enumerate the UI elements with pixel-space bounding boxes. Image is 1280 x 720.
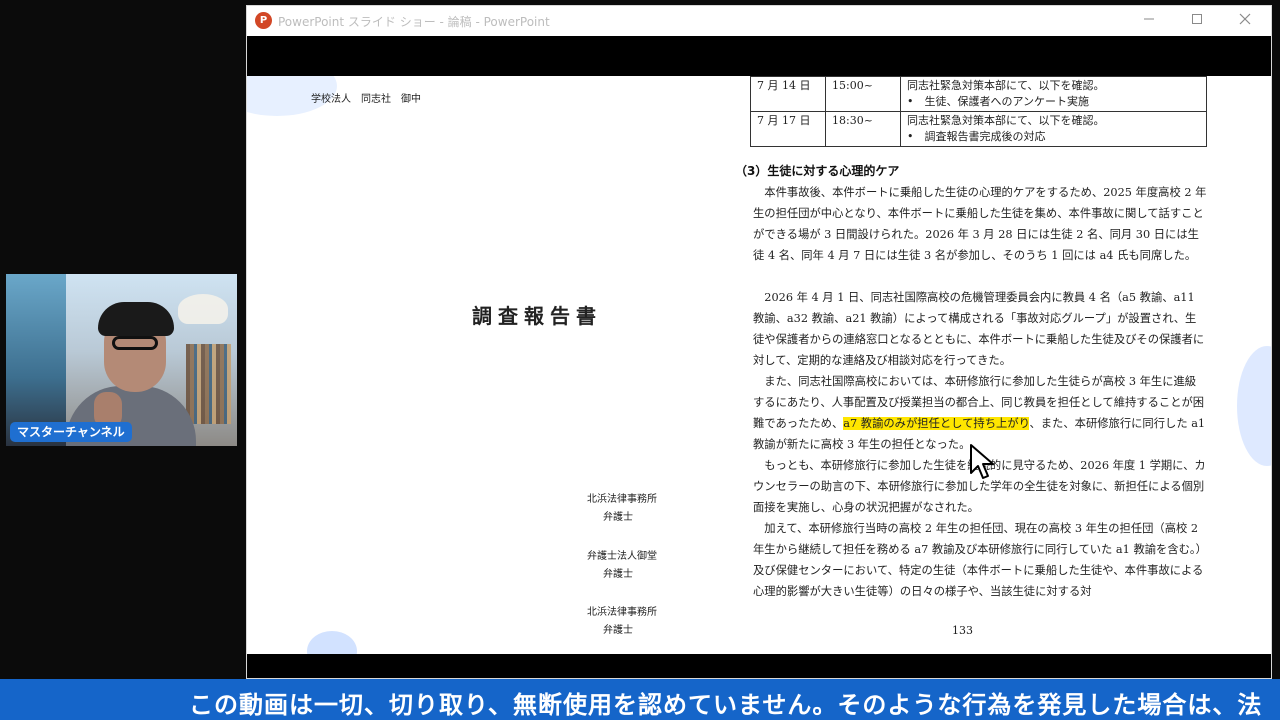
powerpoint-window: P PowerPoint スライド ショー - 論稿 - PowerPoint … [246,5,1272,679]
signature-firm: 北浜法律事務所 [587,607,657,618]
signature-firm: 弁護士法人御堂 [587,551,657,562]
addressee: 学校法人 同志社 御中 [311,94,421,105]
table-cell-date: 7 月 14 日 [750,76,826,112]
minimize-icon[interactable] [1129,9,1169,33]
schedule-table: 7 月 14 日 15:00~ 同志社緊急対策本部にて、以下を確認。 • 生徒、… [750,76,1207,147]
highlighted-text: a7 教諭のみが担任として持ち上がり [843,417,1030,430]
signature-firm: 北浜法律事務所 [587,494,657,505]
webcam-background-lamp [178,294,228,324]
maximize-icon[interactable] [1177,9,1217,33]
window-title: PowerPoint スライド ショー - 論稿 - PowerPoint [278,15,550,29]
powerpoint-logo-icon: P [255,12,272,29]
webcam-background-wall [6,274,66,446]
table-cell-time: 15:00~ [825,76,901,112]
table-cell-line: 同志社緊急対策本部にて、以下を確認。 [907,114,1105,127]
table-row: 7 月 14 日 15:00~ 同志社緊急対策本部にて、以下を確認。 • 生徒、… [750,76,1207,112]
decorative-blob [1237,346,1271,466]
table-row: 7 月 17 日 18:30~ 同志社緊急対策本部にて、以下を確認。 • 調査報… [750,111,1207,147]
table-cell-time: 18:30~ [825,111,901,147]
signature-role: 弁護士 [603,625,633,636]
paragraph: 本件事故後、本件ボートに乗船した生徒の心理的ケアをするため、2025 年度高校 … [753,186,1207,262]
presenter-glasses [112,336,158,350]
decorative-blob [307,631,357,654]
warning-ticker: この動画は一切、切り取り、無断使用を認めていません。そのような行為を発見した場合… [0,679,1280,720]
table-cell-content: 同志社緊急対策本部にて、以下を確認。 • 生徒、保護者へのアンケート実施 [900,76,1207,112]
presenter-hat [98,302,174,336]
ticker-text: この動画は一切、切り取り、無断使用を認めていません。そのような行為を発見した場合… [189,691,1263,719]
webcam-video [6,274,237,446]
table-cell-date: 7 月 17 日 [750,111,826,147]
close-icon[interactable] [1225,9,1265,33]
signature-role: 弁護士 [603,512,633,523]
slide-canvas[interactable]: 学校法人 同志社 御中 調査報告書 北浜法律事務所 弁護士 弁護士法人御堂 弁護… [247,76,1271,654]
table-cell-line: 同志社緊急対策本部にて、以下を確認。 [907,79,1105,92]
report-title: 調査報告書 [472,304,602,328]
paragraph: 加えて、本研修旅行当時の高校 2 年生の担任団、現在の高校 3 年生の担任団（高… [753,522,1207,598]
webcam-name-label: マスターチャンネル [10,422,132,442]
mouse-pointer-icon [970,444,994,479]
webcam-background-shelf [186,344,231,424]
table-cell-content: 同志社緊急対策本部にて、以下を確認。 • 調査報告書完成後の対応 [900,111,1207,147]
table-cell-line: • 調査報告書完成後の対応 [907,130,1046,143]
paragraph: 2026 年 4 月 1 日、同志社国際高校の危機管理委員会内に教員 4 名（a… [753,291,1205,367]
slideshow-letterbox-top [247,36,1271,76]
signature-role: 弁護士 [603,569,633,580]
page-number: 133 [952,624,973,637]
table-cell-line: • 生徒、保護者へのアンケート実施 [907,95,1090,108]
title-bar: P PowerPoint スライド ショー - 論稿 - PowerPoint [247,6,1271,36]
section-heading: （3）生徒に対する心理的ケア [735,164,900,178]
slideshow-letterbox-bottom [247,654,1271,678]
